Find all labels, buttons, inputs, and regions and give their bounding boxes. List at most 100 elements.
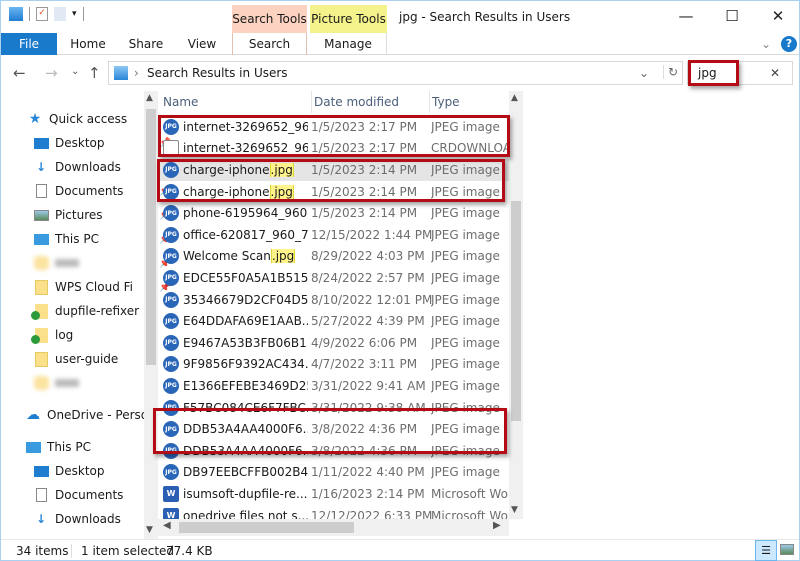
sidebar-label: user-guide xyxy=(55,352,119,366)
file-row[interactable]: JPG 35346679D2CF04D5... 8/10/2022 12:01 PM… xyxy=(157,289,509,311)
forward-button[interactable]: → xyxy=(45,64,58,82)
sidebar-pc-downloads[interactable]: ↓ Downloads xyxy=(33,508,121,530)
sidebar-item-blurred[interactable]: 📌 xyxy=(33,252,171,274)
file-row[interactable]: JPG EDCE55F0A5A1B515... 8/24/2022 2:57 PM J… xyxy=(157,267,509,289)
sidebar-item-desktop[interactable]: Desktop📌 xyxy=(33,132,171,154)
file-name: phone-6195964_960... xyxy=(183,206,308,220)
details-view-button[interactable]: ☰ xyxy=(755,540,777,561)
sidebar-label: Downloads xyxy=(55,512,121,526)
tab-view[interactable]: View xyxy=(177,33,227,55)
tab-manage[interactable]: Manage xyxy=(310,33,387,55)
customize-qat-icon[interactable]: ▾ xyxy=(72,9,77,19)
address-bar[interactable]: › Search Results in Users ⌄ ↻ xyxy=(108,61,683,85)
file-scroll-thumb[interactable] xyxy=(511,201,521,421)
refresh-button[interactable]: ↻ xyxy=(663,65,678,79)
file-name-text: EDCE55F0A5A1B515... xyxy=(183,270,308,285)
sidebar-pc-documents[interactable]: Documents xyxy=(33,484,123,506)
file-date: 5/27/2022 4:39 PM xyxy=(311,314,425,329)
jpg-file-icon: JPG xyxy=(163,226,179,243)
sidebar-item-documents[interactable]: Documents📌 xyxy=(33,180,171,202)
large-icons-view-button[interactable] xyxy=(780,544,794,555)
file-row[interactable]: JPG E64DDAFA69E1AAB... 5/27/2022 4:39 PM JP… xyxy=(157,310,509,332)
file-name: office-620817_960_7... xyxy=(183,228,308,242)
file-row[interactable]: Wisumsoft-dupfile-re... 1/16/2023 2:14 PM… xyxy=(157,483,509,505)
sidebar-label: Downloads xyxy=(55,160,121,174)
sidebar-item-downloads[interactable]: ↓Downloads📌 xyxy=(33,156,171,178)
sidebar-label: Documents xyxy=(55,184,124,198)
scroll-down-icon[interactable]: ▼ xyxy=(511,505,518,515)
folder-icon xyxy=(33,279,49,295)
tab-file[interactable]: File xyxy=(1,33,57,55)
scroll-up-icon[interactable]: ▲ xyxy=(146,93,153,103)
file-row[interactable]: JPG E9467A53B3FB06B1... 4/9/2022 6:06 PM JP… xyxy=(157,332,509,354)
sidebar-item-this-pc[interactable]: This PC📌 xyxy=(33,228,171,250)
sidebar-quick-access[interactable]: ★ Quick access xyxy=(27,108,127,130)
column-header-date[interactable]: Date modified xyxy=(311,91,399,113)
sidebar-item-log[interactable]: log xyxy=(31,324,73,346)
file-type: Microsoft Wor xyxy=(431,486,509,501)
sidebar-onedrive[interactable]: ☁ OneDrive - Person xyxy=(25,404,156,426)
file-row[interactable]: JPG office-620817_960_7... 12/15/2022 1:44… xyxy=(157,224,509,246)
scroll-right-icon[interactable]: ▶ xyxy=(493,520,501,531)
back-button[interactable]: ← xyxy=(13,64,26,82)
file-row[interactable]: JPG E1366EFEBE3469D25...3/31/2022 9:41 AM… xyxy=(157,375,509,397)
file-type: JPEG image xyxy=(431,270,500,285)
file-row[interactable]: JPG 9F9856F9392AC434... 4/7/2022 3:11 PM JP… xyxy=(157,354,509,376)
file-date: 1/16/2023 2:14 PM xyxy=(311,486,425,501)
file-name: 35346679D2CF04D5... xyxy=(183,293,308,307)
column-header-type[interactable]: Type xyxy=(429,91,460,113)
new-folder-icon[interactable] xyxy=(54,7,66,21)
scroll-up-icon[interactable]: ▲ xyxy=(511,93,518,103)
help-icon[interactable]: ? xyxy=(781,36,797,52)
separator xyxy=(71,544,72,558)
recent-locations-button[interactable]: ⌄ xyxy=(71,66,79,77)
file-name-text: phone-6195964_960... xyxy=(183,206,308,221)
column-header-name[interactable]: Name xyxy=(163,91,198,113)
minimize-button[interactable]: — xyxy=(663,5,709,29)
jpg-file-icon: JPG xyxy=(163,269,179,286)
file-name: EDCE55F0A5A1B515... xyxy=(183,271,308,285)
nav-scrollbar[interactable]: ▲ ▼ xyxy=(144,91,158,539)
up-button[interactable]: ↑ xyxy=(88,64,101,82)
breadcrumb[interactable]: Search Results in Users xyxy=(147,66,288,80)
sidebar-item-user-guide[interactable]: user-guide xyxy=(33,348,118,370)
folder-icon xyxy=(33,255,49,271)
collapse-ribbon-icon[interactable]: ⌄ xyxy=(759,33,773,55)
file-date: 8/29/2022 4:03 PM xyxy=(311,249,425,264)
tab-share[interactable]: Share xyxy=(121,33,171,55)
file-row[interactable]: JPG DB97EEBCFFB002B4... 1/11/2022 4:40 PM J… xyxy=(157,462,509,484)
tab-search[interactable]: Search xyxy=(232,33,307,55)
scroll-down-icon[interactable]: ▼ xyxy=(146,525,153,535)
sidebar-item-blurred[interactable] xyxy=(33,372,79,394)
h-scroll-thumb[interactable] xyxy=(179,522,354,533)
file-name-text: office-620817_960_7... xyxy=(183,227,308,242)
clear-search-button[interactable]: ✕ xyxy=(770,66,780,80)
window-title: jpg - Search Results in Users xyxy=(399,10,571,24)
sidebar-item-dupfile-refixer[interactable]: dupfile-refixer xyxy=(31,300,139,322)
search-match-highlight: .jpg xyxy=(270,249,296,264)
nav-scroll-thumb[interactable] xyxy=(146,109,156,365)
file-date: 1/5/2023 2:14 PM xyxy=(311,206,418,221)
file-date: 4/9/2022 6:06 PM xyxy=(311,335,418,350)
jpg-file-icon: JPG xyxy=(163,377,179,394)
address-dropdown-icon[interactable]: ⌄ xyxy=(639,66,649,80)
maximize-button[interactable]: ☐ xyxy=(709,5,755,29)
file-name: Welcome Scan.jpg xyxy=(183,249,308,264)
sidebar-this-pc[interactable]: This PC xyxy=(25,436,91,458)
scroll-left-icon[interactable]: ◀ xyxy=(163,520,171,531)
breadcrumb-chevron[interactable]: › xyxy=(134,66,139,80)
file-type: JPEG image xyxy=(431,314,500,329)
file-row[interactable]: JPG phone-6195964_960... 1/5/2023 2:14 PM J… xyxy=(157,202,509,224)
properties-icon[interactable]: ✓ xyxy=(36,7,48,21)
sidebar-pc-desktop[interactable]: Desktop xyxy=(33,460,105,482)
tab-home[interactable]: Home xyxy=(63,33,113,55)
close-button[interactable]: ✕ xyxy=(755,5,800,29)
selection-count: 1 item selected xyxy=(81,544,175,558)
horizontal-scrollbar[interactable]: ◀ ▶ xyxy=(157,519,509,536)
file-row[interactable]: JPG Welcome Scan.jpg 8/29/2022 4:03 PM JPEG… xyxy=(157,246,509,268)
sidebar-item-wps-cloud[interactable]: WPS Cloud Fi 📌 xyxy=(33,276,171,298)
status-bar: 34 items 1 item selected 77.4 KB ☰ xyxy=(1,539,799,561)
sidebar-item-pictures[interactable]: Pictures📌 xyxy=(33,204,171,226)
file-list-scrollbar[interactable]: ▲ ▼ xyxy=(509,91,523,519)
documents-icon xyxy=(33,183,49,199)
